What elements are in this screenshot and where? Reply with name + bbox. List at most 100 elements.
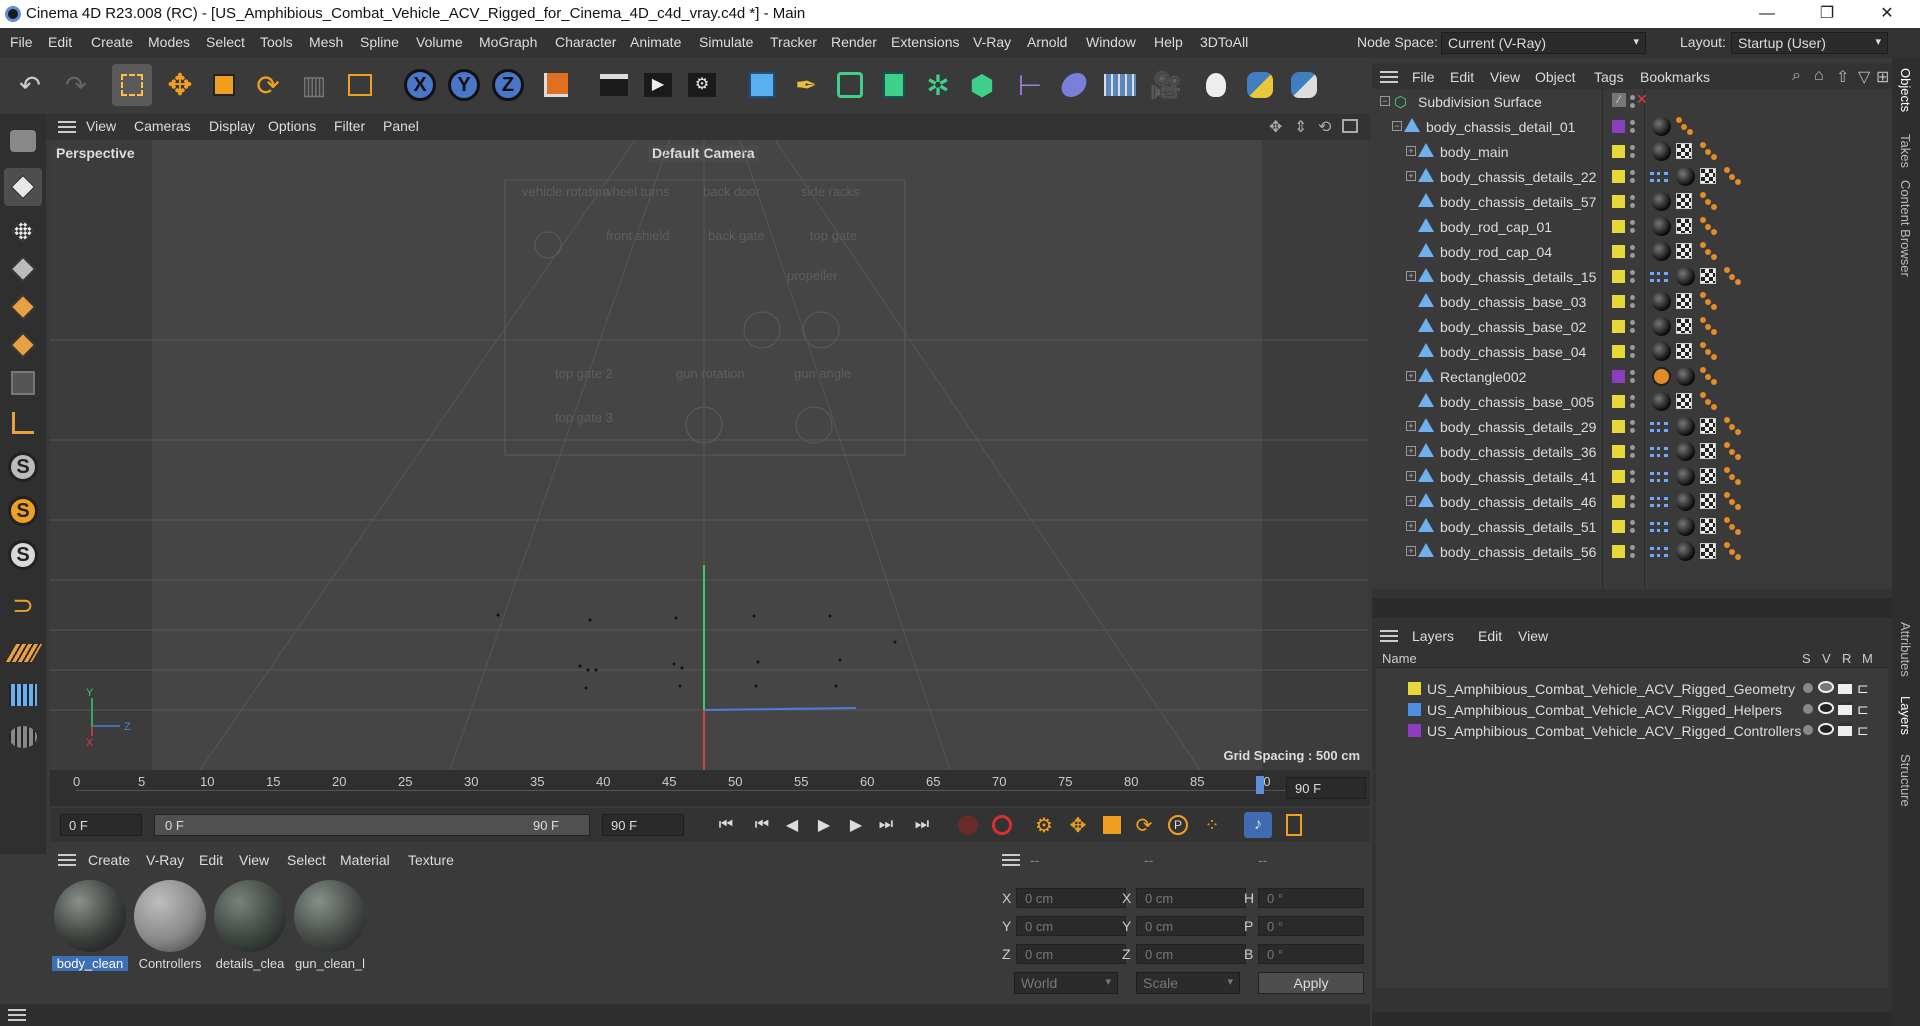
visibility-dots-icon[interactable] [1630,519,1635,535]
layer-row[interactable]: US_Amphibious_Combat_Vehicle_ACV_Rigged_… [1372,720,1892,741]
position-z-field[interactable]: 0 cm [1016,944,1126,964]
selection-tag-icon[interactable] [1700,342,1718,360]
material-tag-icon[interactable] [1676,267,1695,286]
selection-tag-icon[interactable] [1700,367,1718,385]
selection-tag-icon[interactable] [1724,492,1742,510]
expand-icon[interactable]: + [1406,271,1416,281]
snap-settings-button[interactable]: S [4,492,42,530]
filter-icon[interactable]: ▽ [1858,67,1870,87]
object-menu-edit[interactable]: Edit [1450,69,1474,85]
extrude-button[interactable] [874,64,914,106]
object-row[interactable]: body_chassis_base_005 [1372,389,1892,414]
menu-vray[interactable]: V-Ray [973,34,1011,50]
material-tag-icon[interactable] [1652,192,1671,211]
menu-spline[interactable]: Spline [360,34,399,50]
move-tool-button[interactable]: ✥ [160,64,200,106]
timeline-window-button[interactable] [1280,812,1308,838]
side-tab-content-browser[interactable]: Content Browser [1898,180,1913,277]
new-window-icon[interactable]: ⊞ [1876,67,1889,87]
hamburger-menu-icon[interactable] [58,121,76,133]
hamburger-menu-icon[interactable] [1002,854,1020,866]
expand-icon[interactable]: + [1406,421,1416,431]
uvw-tag-icon[interactable] [1700,168,1716,184]
viewport-menu-panel[interactable]: Panel [383,118,419,134]
solo-dot-icon[interactable] [1803,725,1813,735]
go-to-start-button[interactable]: ⏮ [712,812,740,838]
playhead-marker[interactable] [1256,776,1264,794]
material-menu-texture[interactable]: Texture [408,852,454,868]
coordinate-system-button[interactable] [536,64,576,106]
layer-color-swatch[interactable] [1612,520,1625,533]
visibility-dots-icon[interactable] [1630,194,1635,210]
rotation-h-field[interactable]: 0 ° [1258,888,1364,908]
material-tag-icon[interactable] [1676,517,1695,536]
visibility-dots-icon[interactable] [1630,169,1635,185]
close-window-button[interactable]: ✕ [1860,0,1914,28]
rotate-view-icon[interactable]: ⟲ [1318,117,1331,137]
z-axis-lock-button[interactable]: Z [488,64,528,106]
y-axis-lock-button[interactable]: Y [444,64,484,106]
layer-color-swatch[interactable] [1408,724,1421,737]
material-menu-create[interactable]: Create [88,852,130,868]
frame-range-slider[interactable]: 0 F 90 F [154,814,590,836]
uv-mode-button[interactable] [4,364,42,402]
visibility-dots-icon[interactable] [1630,344,1635,360]
object-row[interactable]: + body_chassis_details_36 [1372,439,1892,464]
selection-tag-icon[interactable] [1700,142,1718,160]
clapper-icon[interactable] [1838,723,1852,736]
search-icon[interactable]: ⌕ [1792,67,1801,85]
side-tab-attributes[interactable]: Attributes [1898,622,1913,677]
layer-color-swatch[interactable] [1612,195,1625,208]
menu-simulate[interactable]: Simulate [699,34,753,50]
column-header-visible[interactable]: V [1822,651,1831,666]
material-tag-icon[interactable] [1676,442,1695,461]
layer-color-swatch[interactable] [1408,703,1421,716]
layer-menu-edit[interactable]: Edit [1478,628,1502,644]
material-tag-icon[interactable] [1652,292,1671,311]
subdivision-button[interactable] [830,64,870,106]
object-scrollbar[interactable] [1372,598,1892,618]
x-axis-lock-button[interactable]: X [400,64,440,106]
edges-mode-button[interactable] [4,288,42,326]
clapper-icon[interactable] [1838,681,1852,694]
material-tag-icon[interactable] [1652,317,1671,336]
menu-3dtoall[interactable]: 3DToAll [1200,34,1248,50]
solo-dot-icon[interactable] [1803,704,1813,714]
visibility-dots-icon[interactable] [1630,269,1635,285]
size-x-field[interactable]: 0 cm [1136,888,1246,908]
skin-tag-icon[interactable] [1650,272,1668,282]
viewport-menu-display[interactable]: Display [209,118,255,134]
layer-color-swatch[interactable] [1612,320,1625,333]
uvw-tag-icon[interactable] [1700,443,1716,459]
key-pla-button[interactable]: ⁘ [1198,812,1226,838]
hierarchy-icon[interactable]: ⊏ [1857,680,1869,697]
planar-workplane-button[interactable] [4,718,42,756]
go-to-end-button[interactable]: ⏭ [908,812,936,838]
object-row[interactable]: body_chassis_details_57 [1372,189,1892,214]
rotation-p-field[interactable]: 0 ° [1258,916,1364,936]
material-tag-icon[interactable] [1676,467,1695,486]
eye-icon[interactable] [1818,702,1834,714]
expand-icon[interactable]: + [1406,146,1416,156]
move-view-icon[interactable]: ✥ [1269,117,1282,137]
expand-icon[interactable]: + [1406,496,1416,506]
autokey-button[interactable] [988,812,1016,838]
sound-button[interactable]: ♪ [1244,812,1272,838]
hamburger-menu-icon[interactable] [58,854,76,866]
selection-tag-icon[interactable] [1700,317,1718,335]
object-row[interactable]: body_rod_cap_01 [1372,214,1892,239]
selection-tag-icon[interactable] [1676,117,1694,135]
layer-color-swatch[interactable] [1612,495,1625,508]
visibility-dots-icon[interactable] [1630,219,1635,235]
model-mode-button[interactable] [4,168,42,206]
selection-tag-icon[interactable] [1724,442,1742,460]
viewport-menu-options[interactable]: Options [268,118,316,134]
zoom-view-icon[interactable]: ⇕ [1294,117,1307,137]
render-view-button[interactable] [594,64,634,106]
size-mode-dropdown[interactable]: Scale ▾ [1136,972,1240,994]
mograph-array-button[interactable]: ⬢ [962,64,1002,106]
timeline-ruler[interactable]: 0 5 10 15 20 25 30 35 40 45 50 55 60 65 … [50,770,1370,806]
key-rotation-button[interactable]: ⟳ [1130,812,1158,838]
layer-color-swatch[interactable] [1612,345,1625,358]
coordinate-space-dropdown[interactable]: World ▾ [1014,972,1118,994]
